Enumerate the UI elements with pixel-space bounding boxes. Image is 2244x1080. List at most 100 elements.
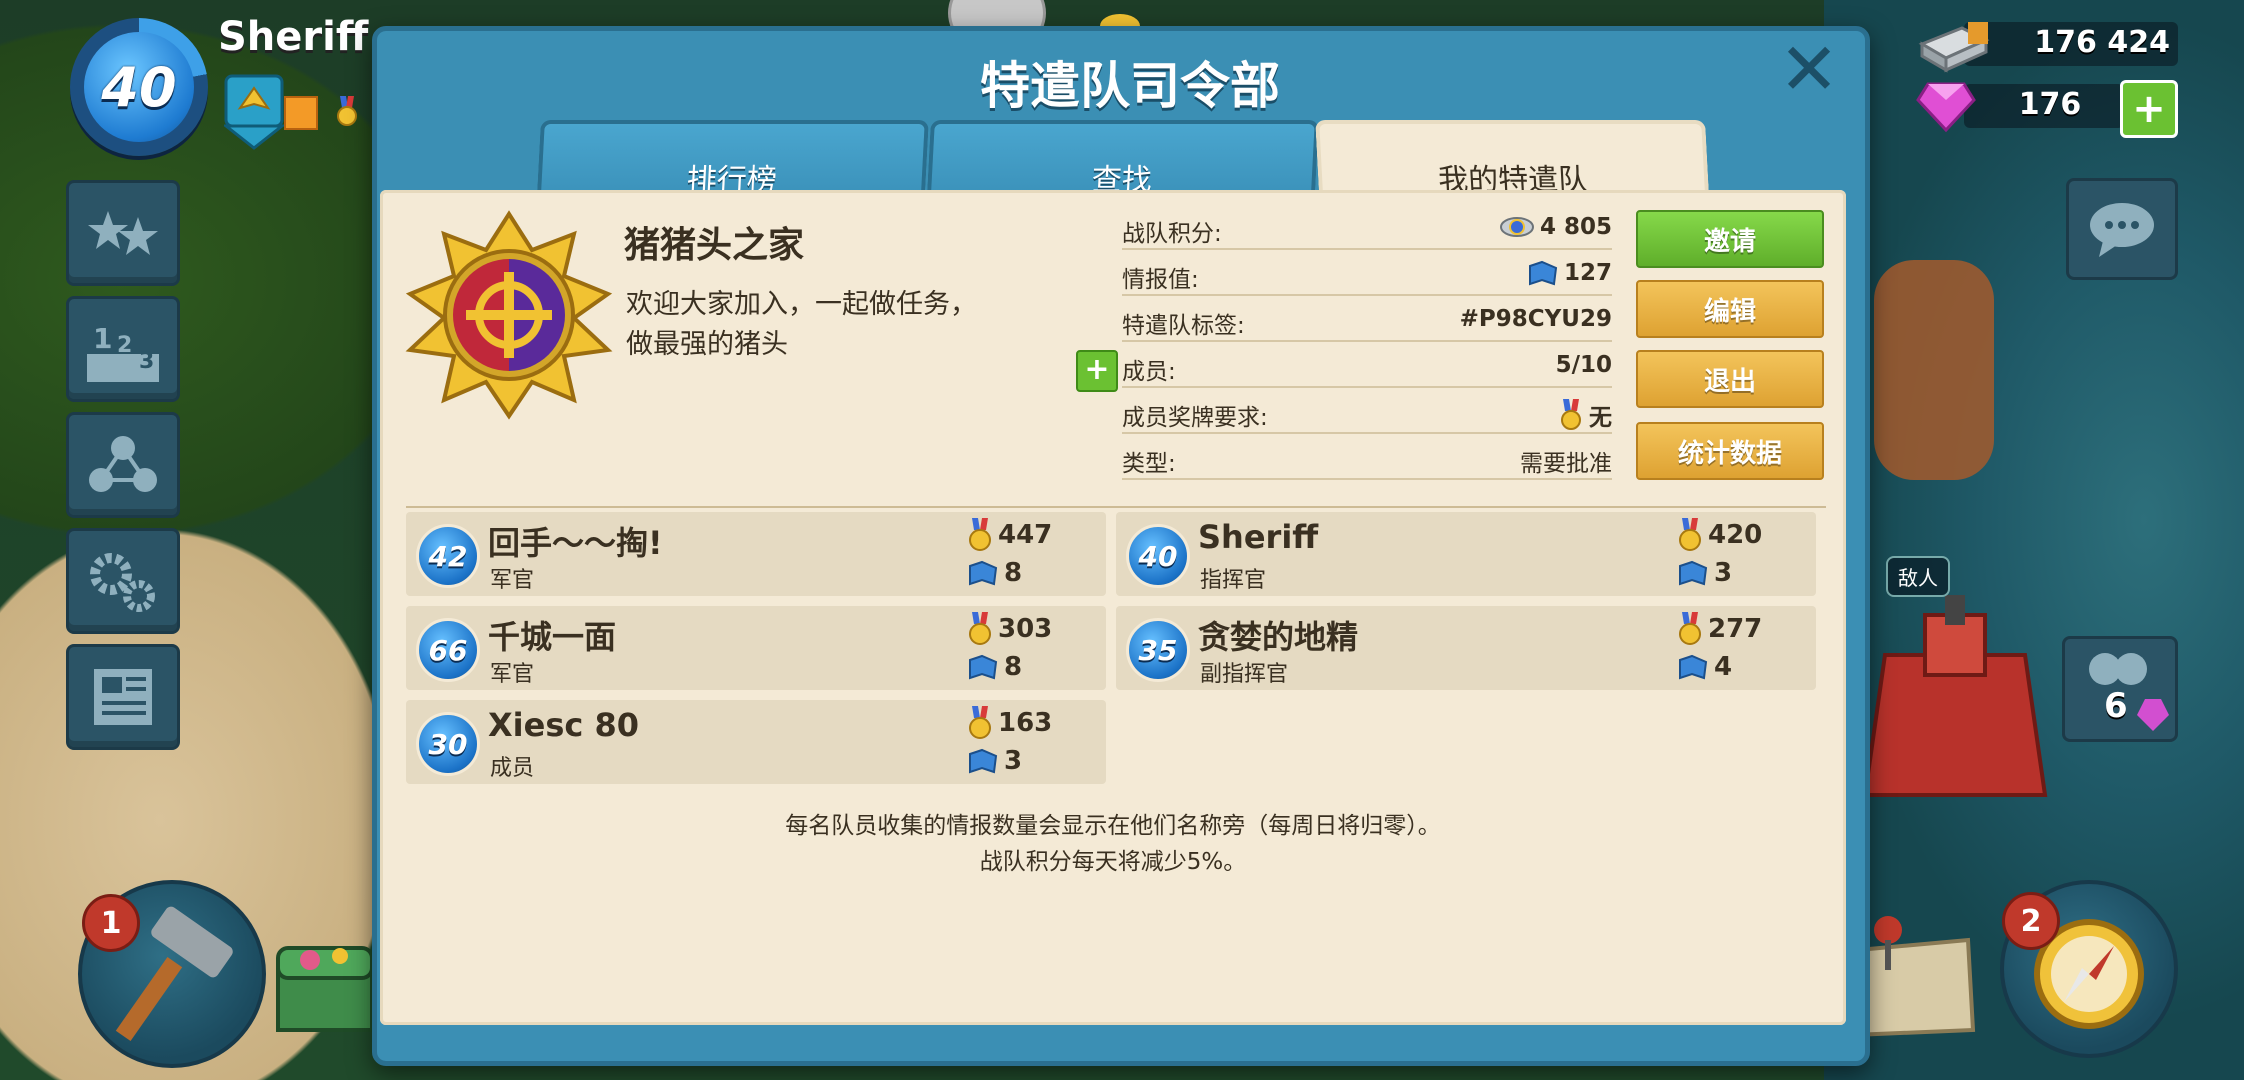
score-value: 4 805 [1539,214,1612,240]
edit-button[interactable]: 编辑 [1636,280,1824,338]
member-name: Sheriff [1198,518,1319,556]
gem-amount: 176 [2018,87,2082,122]
type-value: 需要批准 [1520,451,1612,477]
member-medals: 447 [968,518,1052,552]
resource-block-icon [284,96,318,130]
member-role: 成员 [490,756,535,781]
invite-button[interactable]: 邀请 [1636,210,1824,268]
player-level-badge[interactable]: 40 [84,32,194,142]
steel-icon [1918,22,1990,73]
compass-count-badge: 2 [2002,892,2060,950]
member-intel: 3 [968,746,1022,776]
medals-value: 303 [998,614,1053,644]
info-row-members: 成员: 5/10 [1122,346,1612,388]
task-force-description: 欢迎大家加入，一起做任务， [626,289,977,320]
info-key: 成员: [1122,359,1176,385]
statistics-button[interactable]: 统计数据 [1636,422,1824,480]
info-key: 战队积分: [1122,221,1222,247]
member-role: 指挥官 [1200,568,1267,593]
intel-value: 127 [1563,260,1612,286]
close-icon: ✕ [1778,27,1840,111]
medal-icon [969,706,991,739]
svg-text:3: 3 [139,349,154,374]
intel-map-icon [1679,654,1708,680]
member-level-badge: 66 [416,618,480,682]
medals-value: 277 [1708,614,1763,644]
member-row[interactable]: 30 Xiesc 80 成员 163 3 [406,700,1106,784]
task-force-emblem-icon [405,210,613,420]
podium-icon: 1 2 3 [87,322,159,382]
intel-map-icon [969,654,998,680]
tag-value: #P98CYU29 [1459,306,1612,332]
member-name: Xiesc 80 [488,706,640,744]
plus-icon: + [2132,86,2166,132]
member-level-badge: 42 [416,524,480,588]
intel-map-icon [1679,560,1708,586]
medals-value: 420 [1708,520,1763,550]
svg-text:1: 1 [93,322,112,355]
info-row-intel: 情报值: 127 [1122,254,1612,296]
info-row-tag: 特遣队标签: #P98CYU29 [1122,300,1612,342]
member-level-badge: 35 [1126,618,1190,682]
member-level-badge: 40 [1126,524,1190,588]
member-row[interactable]: 40 Sheriff 指挥官 420 3 [1116,512,1816,596]
intel-value: 8 [1004,558,1023,588]
member-row[interactable]: 42 回手～～掏! 军官 447 8 [406,512,1106,596]
info-key: 成员奖牌要求: [1122,405,1268,431]
close-button[interactable]: ✕ [1778,33,1840,105]
task-force-description: 做最强的猪头 [626,329,788,360]
troops-count: 6 [2104,686,2128,726]
settings-button[interactable] [66,528,180,634]
add-member-button[interactable]: + [1076,350,1118,392]
member-intel: 3 [1678,558,1732,588]
member-level-badge: 30 [416,712,480,776]
member-row[interactable]: 66 千城一面 军官 303 8 [406,606,1106,690]
medal-requirement-value: 无 [1589,405,1612,431]
buy-gems-button[interactable]: + [2120,80,2178,138]
info-row-medal-requirement: 成员奖牌要求: 无 [1122,392,1612,434]
gear-icon [90,553,155,612]
intel-value: 3 [1004,746,1023,776]
treasure-chest-icon[interactable] [270,920,380,1040]
chat-button[interactable] [2066,178,2178,280]
player-name: Sheriff [218,14,369,60]
intel-map-icon [969,748,998,774]
member-medals: 420 [1678,518,1762,552]
info-row-score: 战队积分: 4 805 [1122,208,1612,250]
intel-map-icon [1528,260,1558,286]
info-key: 特遣队标签: [1122,313,1245,339]
member-role: 军官 [490,568,535,593]
gunboat-icon[interactable] [1855,595,2055,815]
info-key: 情报值: [1122,267,1199,293]
diamond-icon [1916,82,1976,133]
medal-icon [969,612,991,645]
member-name: 贪婪的地精 [1198,618,1359,656]
member-row[interactable]: 35 贪婪的地精 副指挥官 277 4 [1116,606,1816,690]
intel-value: 8 [1004,652,1023,682]
info-value: 127 [1528,260,1612,286]
medal-icon [969,518,991,551]
member-medals: 277 [1678,612,1762,646]
builder-count-badge: 1 [82,894,140,952]
info-value: 4 805 [1499,214,1612,240]
news-button[interactable] [66,644,180,750]
intel-map-icon [969,560,998,586]
medals-value: 163 [998,708,1053,738]
members-value: 5/10 [1555,352,1612,378]
leave-button[interactable]: 退出 [1636,350,1824,408]
member-name: 千城一面 [488,618,617,656]
member-medals: 163 [968,706,1052,740]
rank-insignia-icon[interactable] [224,74,284,150]
section-divider [406,506,1826,508]
member-role: 军官 [490,662,535,687]
enemy-label: 敌人 [1886,556,1950,597]
victory-points-button[interactable] [66,180,180,286]
plus-icon: + [1084,352,1110,387]
member-intel: 4 [1678,652,1732,682]
task-force-button[interactable] [66,412,180,518]
stars-icon [88,211,158,255]
medal-icon [1561,399,1581,430]
member-intel: 8 [968,558,1022,588]
score-decay-note: 战队积分每天将减少5%。 [979,849,1247,875]
leaderboard-button[interactable]: 1 2 3 [66,296,180,402]
